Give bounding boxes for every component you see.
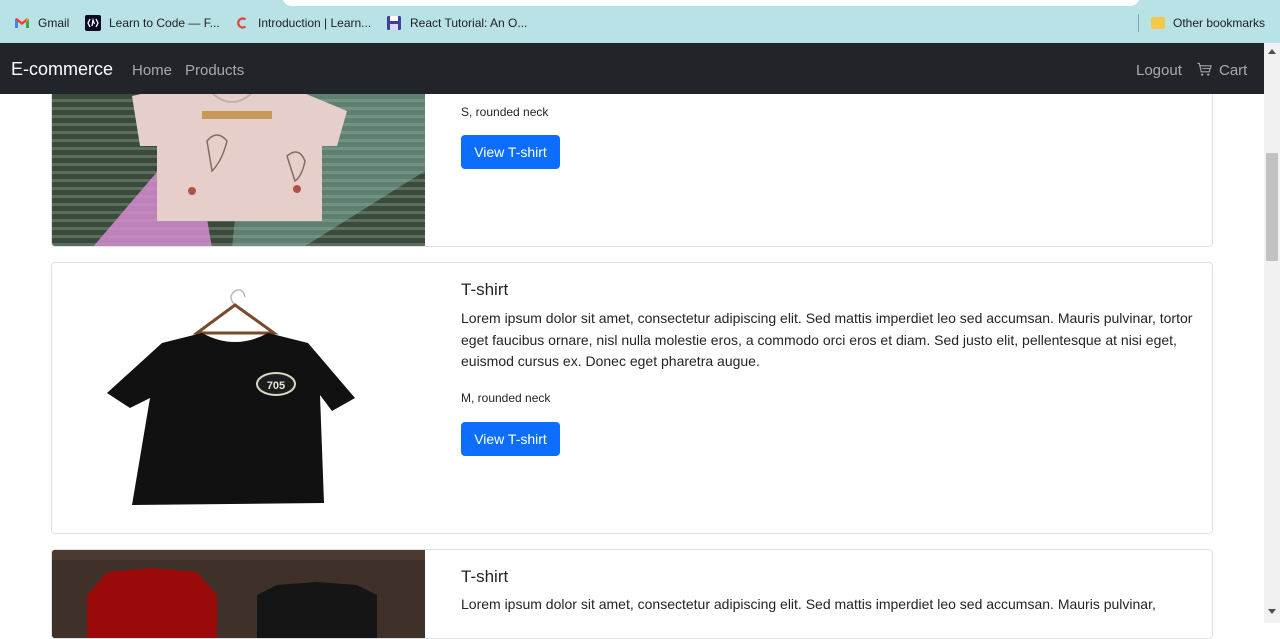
bookmark-freecodecamp[interactable]: Learn to Code — F...: [85, 15, 220, 31]
nav-link-products[interactable]: Products: [185, 62, 244, 79]
bookmark-label: React Tutorial: An O...: [410, 16, 528, 30]
navbar-brand[interactable]: E-commerce: [11, 59, 113, 80]
bookmarks-divider: [1138, 14, 1139, 32]
product-size: M, rounded neck: [461, 391, 551, 405]
view-tshirt-button[interactable]: View T-shirt: [461, 422, 560, 456]
scroll-down-arrow-icon[interactable]: [1268, 609, 1276, 614]
bookmark-label: Introduction | Learn...: [258, 16, 372, 30]
nav-link-logout[interactable]: Logout: [1136, 62, 1182, 79]
product-title: T-shirt: [461, 567, 509, 586]
navbar: E-commerce Home Products Logout Cart: [0, 43, 1264, 94]
product-card: 705 T-shirt Lorem ipsum dolor sit amet, …: [51, 262, 1213, 534]
bookmark-react-tutorial[interactable]: React Tutorial: An O...: [386, 15, 527, 31]
gmail-icon: [14, 15, 30, 31]
cart-icon[interactable]: [1197, 62, 1212, 77]
product-image: 705: [52, 263, 425, 533]
save-icon: [386, 15, 402, 31]
bookmark-other[interactable]: Other bookmarks: [1151, 15, 1265, 31]
address-bar-edge[interactable]: [282, 0, 1140, 6]
folder-icon: [1151, 17, 1165, 29]
product-image: [52, 550, 425, 638]
bookmark-label: Learn to Code — F...: [109, 16, 220, 30]
bookmark-label: Gmail: [38, 16, 70, 30]
product-title: T-shirt: [461, 280, 509, 299]
product-size: S, rounded neck: [461, 105, 549, 119]
view-tshirt-button[interactable]: View T-shirt: [461, 135, 560, 169]
scroll-up-arrow-icon[interactable]: [1268, 49, 1276, 54]
nav-link-cart[interactable]: Cart: [1219, 62, 1247, 79]
codecademy-icon: [234, 15, 250, 31]
product-card: T-shirt Lorem ipsum dolor sit amet, cons…: [51, 549, 1213, 639]
product-description: Lorem ipsum dolor sit amet, consectetur …: [461, 310, 1193, 369]
bookmark-label: Other bookmarks: [1173, 16, 1266, 30]
nav-link-home[interactable]: Home: [132, 62, 172, 79]
product-description: Lorem ipsum dolor sit amet, consectetur …: [461, 596, 1156, 612]
page-scrollbar[interactable]: [1264, 43, 1280, 623]
freecodecamp-icon: [85, 15, 101, 31]
shirt-print-text: 705: [267, 380, 285, 392]
bookmark-codecademy[interactable]: Introduction | Learn...: [234, 15, 371, 31]
bookmark-gmail[interactable]: Gmail: [14, 15, 69, 31]
scrollbar-thumb[interactable]: [1266, 153, 1278, 261]
bookmarks-bar: Gmail Learn to Code — F... Introduction …: [0, 0, 1280, 43]
